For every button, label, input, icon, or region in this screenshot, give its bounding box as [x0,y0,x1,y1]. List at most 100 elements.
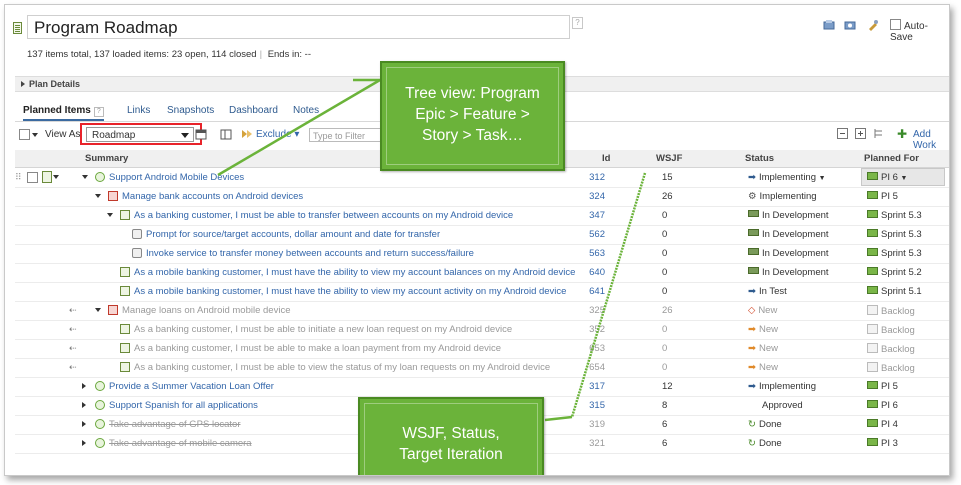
collapse-arrow-icon[interactable] [107,213,113,217]
row-planned-for[interactable]: PI 5 [867,191,898,202]
row-id[interactable]: 325 [575,305,605,316]
collapse-arrow-icon[interactable] [95,194,101,198]
row-summary-link[interactable]: Provide a Summer Vacation Loan Offer [109,381,274,392]
help-icon[interactable]: ? [572,17,583,29]
exclude-filter-icon[interactable] [241,128,253,140]
row-id[interactable]: 347 [575,210,605,221]
plan-title-input[interactable]: Program Roadmap [27,15,570,39]
column-id[interactable]: Id [602,153,610,164]
expand-arrow-icon[interactable] [82,402,86,408]
row-status[interactable]: ◇ New [748,305,777,316]
row-summary-link[interactable]: Support Android Mobile Devices [109,172,244,183]
row-planned-for[interactable]: PI 4 [867,419,898,430]
row-id[interactable]: 654 [575,362,605,373]
chevron-down-icon[interactable]: ▼ [819,175,826,182]
add-work-button[interactable]: Add Work [913,129,949,151]
collapse-arrow-icon[interactable] [82,175,88,179]
row-planned-for[interactable]: Backlog [867,305,915,317]
columns-icon[interactable] [220,128,232,140]
row-planned-for[interactable]: Backlog [867,343,915,355]
table-row[interactable]: Manage bank accounts on Android devices 3… [15,187,949,207]
column-summary[interactable]: Summary [85,153,128,164]
table-row[interactable]: Provide a Summer Vacation Loan Offer 317 1… [15,377,949,397]
row-id[interactable]: 352 [575,324,605,335]
row-status[interactable]: In Development [748,210,829,221]
row-status[interactable]: In Development [748,248,829,259]
row-summary-link[interactable]: As a banking customer, I must be able to… [134,324,512,335]
settings-icon[interactable] [867,19,879,31]
row-summary-link[interactable]: Take advantage of mobile camera [109,438,252,449]
column-status[interactable]: Status [745,153,774,164]
filter-input[interactable]: Type to Filter [309,128,389,142]
table-row[interactable]: ⇠ As a banking customer, I must be able t… [15,339,949,359]
refresh-icon[interactable] [823,19,835,31]
row-planned-for[interactable]: Backlog [867,324,915,336]
outdent-icon[interactable]: ⇠ [69,362,77,373]
row-status[interactable]: In Development [748,267,829,278]
chevron-down-icon[interactable]: ▼ [901,175,908,182]
row-status[interactable]: ➡ In Test [748,286,787,297]
row-id[interactable]: 315 [575,400,605,411]
table-row[interactable]: ⇠ As a banking customer, I must be able t… [15,320,949,340]
expand-all-icon[interactable] [855,128,866,139]
row-id[interactable]: 653 [575,343,605,354]
row-summary-link[interactable]: As a banking customer, I must be able to… [134,362,550,373]
column-wsjf[interactable]: WSJF [656,153,682,164]
row-planned-for[interactable]: Sprint 5.3 [867,248,922,259]
row-summary-link[interactable]: Manage loans on Android mobile device [122,305,290,316]
expand-arrow-icon[interactable] [82,440,86,446]
row-status[interactable]: ➡ New [748,343,778,354]
expand-arrow-icon[interactable] [82,383,86,389]
table-row[interactable]: As a banking customer, I must be able to… [15,206,949,226]
table-row[interactable]: As a mobile banking customer, I must hav… [15,282,949,302]
table-row[interactable]: Invoke service to transfer money between… [15,244,949,264]
select-all-checkbox[interactable] [19,129,30,140]
table-row[interactable]: ⇠ As a banking customer, I must be able t… [15,358,949,378]
row-id[interactable]: 317 [575,381,605,392]
row-planned-for[interactable]: Backlog [867,362,915,374]
tab-dashboard[interactable]: Dashboard [229,105,278,116]
outdent-icon[interactable]: ⇠ [69,305,77,316]
table-row[interactable]: ⠿ Support Android Mobile Devices 312 15 ➡ Imp… [15,168,949,188]
row-summary-link[interactable]: As a banking customer, I must be able to… [134,343,501,354]
row-planned-for[interactable]: Sprint 5.2 [867,267,922,278]
column-planned-for[interactable]: Planned For [864,153,919,164]
table-row[interactable]: Prompt for source/target accounts, dolla… [15,225,949,245]
exclude-menu[interactable]: Exclude ▾ [256,129,299,140]
row-summary-link[interactable]: Support Spanish for all applications [109,400,258,411]
outdent-icon[interactable]: ⇠ [69,343,77,354]
help-icon[interactable]: ? [93,107,104,117]
row-status[interactable]: ➡ New [748,324,778,335]
row-planned-for[interactable]: PI 3 [867,438,898,449]
row-planned-for[interactable]: PI 6 [867,400,898,411]
tab-planned-items[interactable]: Planned Items? [23,105,104,121]
auto-save-toggle[interactable]: Auto-Save [890,19,949,43]
row-actions-icon[interactable] [42,171,52,183]
row-id[interactable]: 321 [575,438,605,449]
row-status[interactable]: ➡ New [748,362,778,373]
drag-handle-icon[interactable]: ⠿ [15,172,22,183]
chevron-down-icon[interactable] [53,175,59,179]
row-id[interactable]: 324 [575,191,605,202]
row-summary-link[interactable]: Manage bank accounts on Android devices [122,191,303,202]
row-planned-for[interactable]: PI 6 ▼ [867,172,907,183]
row-summary-link[interactable]: As a mobile banking customer, I must hav… [134,286,566,297]
expand-arrow-icon[interactable] [82,421,86,427]
row-summary-link[interactable]: Take advantage of GPS locator [109,419,241,430]
row-id[interactable]: 563 [575,248,605,259]
row-status[interactable]: ↻ Done [748,438,782,449]
row-summary-link[interactable]: As a banking customer, I must be able to… [134,210,513,221]
tab-snapshots[interactable]: Snapshots [167,105,214,116]
row-status[interactable]: ➡ Implementing ▼ [748,172,826,183]
row-id[interactable]: 562 [575,229,605,240]
table-row[interactable]: ⇠ Manage loans on Android mobile device 32… [15,301,949,321]
row-status[interactable]: Approved [748,400,803,411]
add-icon[interactable]: ✚ [897,127,907,141]
auto-save-checkbox[interactable] [890,19,901,30]
row-id[interactable]: 640 [575,267,605,278]
row-summary-link[interactable]: As a mobile banking customer, I must hav… [134,267,575,278]
row-id[interactable]: 312 [575,172,605,183]
row-planned-for[interactable]: Sprint 5.3 [867,210,922,221]
snapshot-icon[interactable] [844,19,856,31]
row-summary-link[interactable]: Prompt for source/target accounts, dolla… [146,229,440,240]
